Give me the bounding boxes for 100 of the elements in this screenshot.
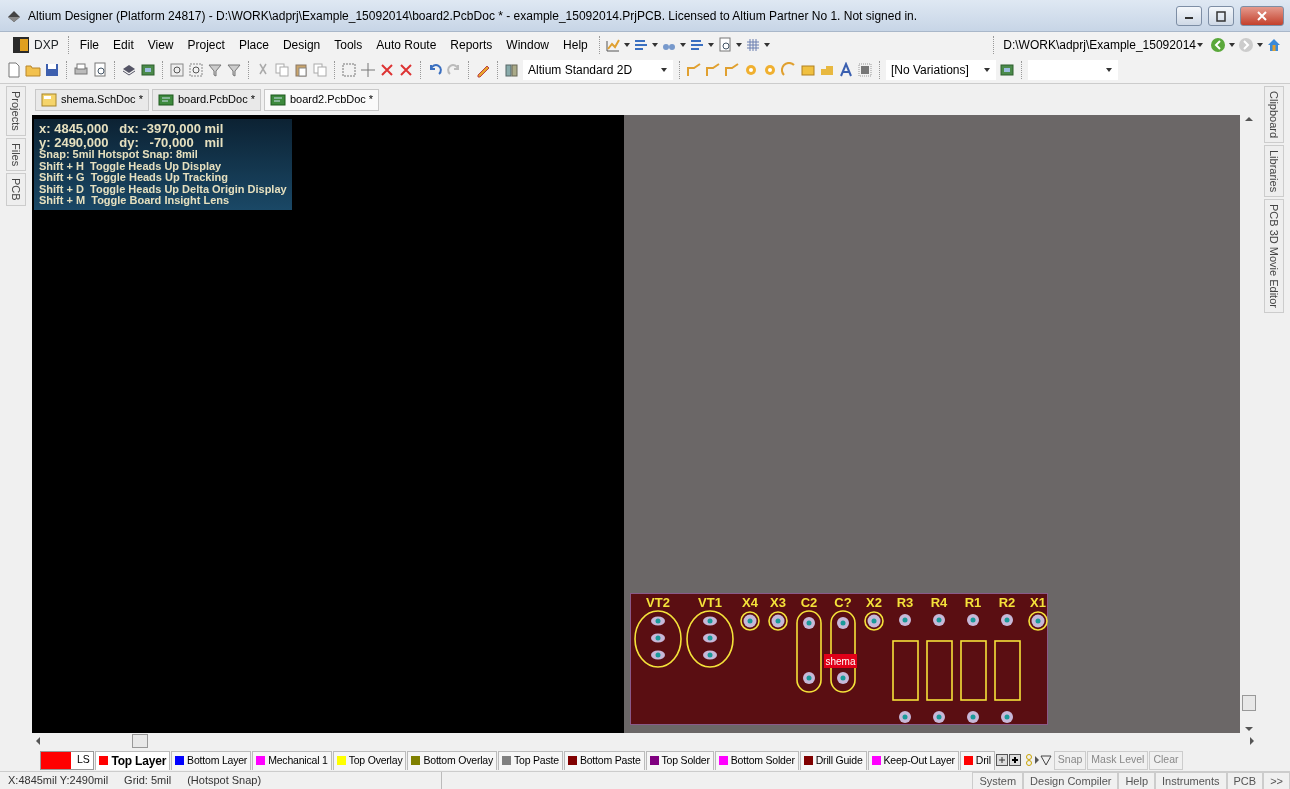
component-designator: X1 [1030, 595, 1046, 610]
dropdown-caret-icon[interactable] [983, 66, 991, 74]
layer-tab[interactable]: Top Paste [498, 750, 563, 770]
layer-tab[interactable]: Mechanical 1 [252, 750, 332, 770]
status-panel-button[interactable]: >> [1263, 772, 1290, 789]
status-panel-button[interactable]: Help [1118, 772, 1156, 789]
component-designator: R3 [896, 595, 914, 610]
side-panel-tab[interactable]: Libraries [1263, 145, 1285, 198]
print-preview-icon[interactable] [92, 62, 108, 78]
menu-item[interactable]: Edit [107, 33, 140, 56]
status-panel-button[interactable]: System [972, 772, 1024, 789]
component-designator: X2 [866, 595, 882, 610]
document-tab[interactable]: board.PcbDoc * [151, 88, 261, 111]
component-designator: X3 [770, 595, 786, 610]
printer-icon[interactable] [73, 62, 89, 78]
document-tab[interactable]: shema.SchDoc * [35, 88, 149, 111]
scroll-thumb[interactable] [1242, 695, 1256, 711]
layer-scroll-icon[interactable] [995, 753, 1024, 767]
menu-item[interactable]: Window [500, 33, 556, 56]
layer-tab[interactable]: Bottom Overlay [407, 750, 497, 770]
filter-icon[interactable] [207, 62, 223, 78]
scroll-down-arrow-icon[interactable] [1244, 725, 1254, 733]
board-icon[interactable] [140, 62, 156, 78]
dxp-logo-icon[interactable] [12, 35, 30, 54]
layer-tab[interactable]: Dril [959, 750, 995, 770]
dxp-button[interactable]: DXP [8, 35, 63, 54]
status-text: (Hotspot Snap) [179, 772, 443, 789]
component-designator: X4 [742, 595, 758, 610]
new-document-icon[interactable] [6, 62, 22, 78]
side-panel-tab[interactable]: Projects [5, 86, 27, 136]
layer-tab[interactable]: Top Layer [95, 750, 171, 770]
menu-item[interactable]: View [141, 33, 180, 56]
dropdown-caret-icon[interactable] [678, 40, 687, 49]
close-icon[interactable] [1255, 9, 1269, 22]
maximize-icon[interactable] [1214, 9, 1228, 22]
component-designator: R2 [998, 595, 1016, 610]
print-preview-icon[interactable] [716, 36, 733, 53]
status-panel-button[interactable]: Instruments [1155, 772, 1227, 789]
side-panel-tab[interactable]: Clipboard [1263, 86, 1285, 144]
layer-tab[interactable]: Bottom Layer [171, 750, 252, 770]
side-panel-tab[interactable]: Files [5, 137, 27, 171]
text-icon[interactable] [838, 62, 854, 78]
maximize-button[interactable] [1208, 5, 1234, 26]
dropdown-caret-icon[interactable] [1105, 66, 1113, 74]
minimize-button[interactable] [1176, 5, 1202, 26]
menu-item[interactable]: Auto Route [370, 33, 443, 56]
scroll-up-arrow-icon[interactable] [1244, 115, 1254, 123]
menu-item[interactable]: Place [232, 33, 275, 56]
layer-tab[interactable]: Top Overlay [332, 750, 407, 770]
scroll-right-arrow-icon[interactable] [1248, 736, 1256, 746]
board-icon[interactable] [999, 62, 1015, 78]
zoom-icon[interactable] [169, 62, 185, 78]
undo-icon[interactable] [427, 62, 443, 78]
layer-tab[interactable]: Keep-Out Layer [867, 750, 959, 770]
variants-combo[interactable]: [No Variations] [886, 60, 996, 80]
filter-icon[interactable] [226, 62, 242, 78]
dropdown-caret-icon[interactable] [660, 66, 668, 74]
view-mode-combo[interactable]: Altium Standard 2D [523, 60, 673, 80]
component-footprint [686, 610, 734, 668]
side-panel-tab[interactable]: PCB 3D Movie Editor [1263, 199, 1285, 314]
layer-tab[interactable]: Drill Guide [799, 750, 867, 770]
component-icon[interactable] [857, 62, 873, 78]
paste-icon[interactable] [293, 62, 309, 78]
dropdown-caret-icon[interactable] [650, 40, 659, 49]
heads-up-line: Shift + M Toggle Board Insight Lens [39, 195, 230, 207]
project-path-combo[interactable]: D:\WORK\adprj\Example_15092014 [999, 34, 1208, 55]
clear-icon[interactable] [379, 62, 395, 78]
layers-icon[interactable] [121, 62, 137, 78]
dropdown-caret-icon[interactable] [1196, 40, 1204, 49]
dropdown-caret-icon[interactable] [706, 40, 715, 49]
layer-tab[interactable]: Bottom Solder [714, 750, 799, 770]
layer-set-button[interactable]: LS [40, 750, 95, 770]
document-tab[interactable]: board2.PcbDoc * [264, 88, 380, 111]
heads-up-line: y: 2490,000 dy: -70,000 mil [39, 135, 225, 150]
scroll-thumb[interactable] [132, 734, 148, 748]
dropdown-caret-icon[interactable] [734, 40, 743, 49]
library-icon[interactable] [504, 62, 520, 78]
zoom-selection-icon[interactable] [188, 62, 204, 78]
clear-icon[interactable] [398, 62, 414, 78]
dropdown-caret-icon[interactable] [622, 40, 631, 49]
side-panel-tab[interactable]: PCB [5, 173, 27, 206]
menu-item[interactable]: Tools [328, 33, 369, 56]
menu-item[interactable]: Reports [444, 33, 499, 56]
menu-item[interactable]: Design [276, 33, 327, 56]
layer-tab[interactable]: Bottom Paste [563, 750, 645, 770]
save-icon[interactable] [44, 62, 60, 78]
component-footprint [740, 611, 760, 631]
layer-filter-icon[interactable] [1024, 753, 1053, 767]
layer-tab[interactable]: Top Solder [645, 750, 714, 770]
close-button[interactable] [1240, 5, 1284, 26]
scroll-left-arrow-icon[interactable] [34, 736, 42, 746]
dropdown-caret-icon[interactable] [1228, 40, 1236, 49]
status-text: Grid: 5mil [123, 773, 173, 789]
dropdown-caret-icon[interactable] [762, 40, 771, 49]
dropdown-caret-icon[interactable] [1256, 40, 1264, 49]
menu-item[interactable]: File [73, 33, 106, 56]
status-panel-button[interactable]: PCB [1226, 772, 1264, 789]
menu-item[interactable]: Project [181, 33, 231, 56]
menu-item[interactable]: Help [557, 33, 594, 56]
status-panel-button[interactable]: Design Compiler [1023, 772, 1119, 789]
